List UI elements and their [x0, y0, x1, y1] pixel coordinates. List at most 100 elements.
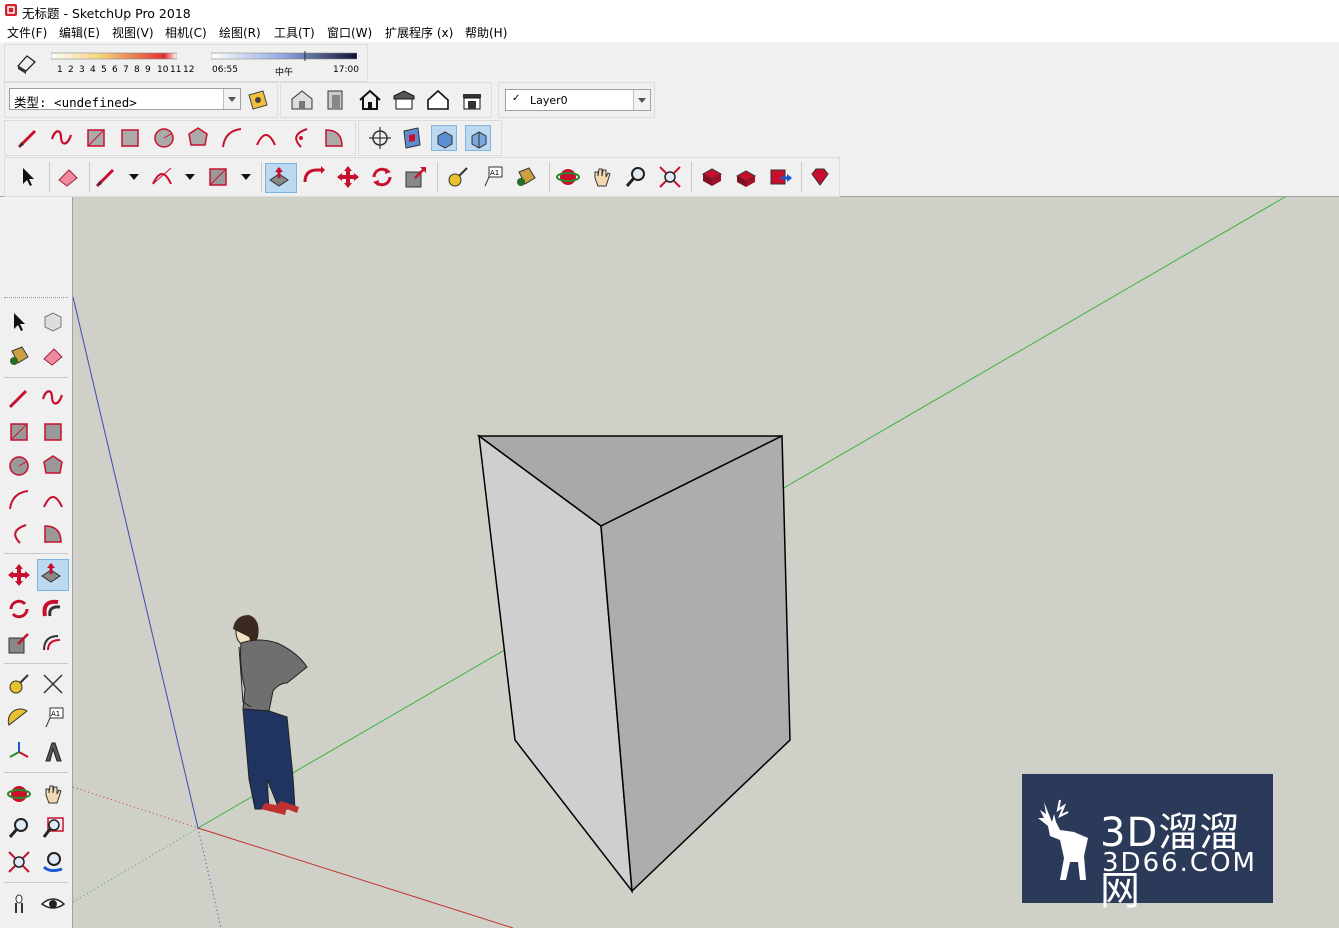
3d-text-icon[interactable]: [40, 739, 66, 765]
share-component-icon[interactable]: [733, 164, 759, 190]
3d-warehouse-icon[interactable]: [289, 87, 315, 113]
menu-window[interactable]: 窗口(W): [327, 24, 372, 41]
push-pull-icon[interactable]: [37, 559, 69, 591]
look-around-eye-icon[interactable]: [40, 891, 66, 917]
text-tool-icon[interactable]: A1: [40, 705, 66, 731]
menu-view[interactable]: 视图(V): [112, 24, 154, 41]
follow-me-icon[interactable]: [40, 596, 66, 622]
pencil-line-icon[interactable]: [15, 125, 41, 151]
circle-icon[interactable]: [151, 125, 177, 151]
time-start-label: 06:55: [212, 65, 238, 75]
paint-bucket-icon[interactable]: [513, 164, 539, 190]
time-slider-track[interactable]: [211, 51, 357, 61]
select-arrow-icon[interactable]: [15, 164, 41, 190]
rotated-rectangle-icon[interactable]: [117, 125, 143, 151]
rotate-icon[interactable]: [369, 164, 395, 190]
offset-icon[interactable]: [40, 630, 66, 656]
extension-warehouse-ruby-icon[interactable]: [807, 164, 833, 190]
iso-view-icon[interactable]: [357, 87, 383, 113]
blue-axis-hidden: [197, 827, 222, 928]
move-icon[interactable]: [6, 562, 32, 588]
text-tool-icon[interactable]: A1: [479, 164, 505, 190]
menu-extensions[interactable]: 扩展程序 (x): [385, 24, 453, 41]
polygon-icon[interactable]: [40, 453, 66, 479]
dynamic-component-attributes-icon[interactable]: [245, 87, 271, 113]
pan-hand-icon[interactable]: [589, 164, 615, 190]
select-arrow-icon[interactable]: [6, 309, 32, 335]
svg-text:A1: A1: [490, 169, 499, 177]
arc-icon[interactable]: [149, 164, 175, 190]
pan-hand-icon[interactable]: [40, 781, 66, 807]
two-point-arc-icon[interactable]: [253, 125, 279, 151]
pencil-line-icon[interactable]: [93, 164, 119, 190]
menu-help[interactable]: 帮助(H): [465, 24, 507, 41]
tape-measure-icon[interactable]: [6, 671, 32, 697]
freehand-icon[interactable]: [49, 125, 75, 151]
eraser-icon[interactable]: [40, 343, 66, 369]
position-camera-icon[interactable]: [367, 125, 393, 151]
zoom-extents-icon[interactable]: [6, 849, 32, 875]
move-icon[interactable]: [335, 164, 361, 190]
chevron-down-icon[interactable]: [233, 164, 259, 190]
menu-edit[interactable]: 编辑(E): [59, 24, 100, 41]
arc-icon[interactable]: [219, 125, 245, 151]
rotated-rectangle-icon[interactable]: [40, 419, 66, 445]
rectangle-icon[interactable]: [6, 419, 32, 445]
svg-text:A1: A1: [51, 710, 60, 718]
scale-icon[interactable]: [6, 630, 32, 656]
display-section-cuts-icon[interactable]: [465, 125, 491, 151]
dimension-icon[interactable]: [40, 671, 66, 697]
rectangle-icon[interactable]: [83, 125, 109, 151]
circle-icon[interactable]: [6, 453, 32, 479]
zoom-icon[interactable]: [623, 164, 649, 190]
pencil-line-icon[interactable]: [6, 385, 32, 411]
protractor-icon[interactable]: [6, 705, 32, 731]
eraser-icon[interactable]: [55, 164, 81, 190]
orbit-icon[interactable]: [555, 164, 581, 190]
two-point-arc-icon[interactable]: [40, 487, 66, 513]
orbit-icon[interactable]: [6, 781, 32, 807]
previous-view-icon[interactable]: [40, 849, 66, 875]
zoom-extents-icon[interactable]: [657, 164, 683, 190]
three-point-arc-icon[interactable]: [6, 521, 32, 547]
walk-icon[interactable]: [6, 891, 32, 917]
zoom-icon[interactable]: [6, 815, 32, 841]
freehand-icon[interactable]: [40, 385, 66, 411]
shadow-toggle-icon[interactable]: [13, 50, 39, 76]
follow-me-icon[interactable]: [301, 164, 327, 190]
menu-draw[interactable]: 绘图(R): [219, 24, 261, 41]
polygon-icon[interactable]: [185, 125, 211, 151]
scale-figure[interactable]: [233, 615, 308, 815]
scale-icon[interactable]: [403, 164, 429, 190]
chevron-down-icon[interactable]: [121, 164, 147, 190]
display-section-planes-icon[interactable]: [431, 125, 457, 151]
top-view-icon[interactable]: [391, 87, 417, 113]
menu-tools[interactable]: 工具(T): [274, 24, 315, 41]
tape-measure-icon[interactable]: [445, 164, 471, 190]
push-pull-icon[interactable]: [265, 163, 297, 193]
rectangle-icon[interactable]: [205, 164, 231, 190]
paint-bucket-icon[interactable]: [6, 343, 32, 369]
share-model-icon[interactable]: [767, 164, 793, 190]
pie-icon[interactable]: [321, 125, 347, 151]
type-selector-dropdown[interactable]: 类型: <undefined>: [9, 88, 241, 110]
zoom-window-icon[interactable]: [40, 815, 66, 841]
camera-toolbar: [358, 120, 502, 156]
front-view-icon[interactable]: [425, 87, 451, 113]
triangular-prism[interactable]: [476, 434, 791, 894]
three-point-arc-icon[interactable]: [287, 125, 313, 151]
back-view-icon[interactable]: [459, 87, 485, 113]
chevron-down-icon[interactable]: [177, 164, 203, 190]
rotate-icon[interactable]: [6, 596, 32, 622]
menu-camera[interactable]: 相机(C): [165, 24, 207, 41]
month-slider-track[interactable]: [51, 51, 177, 61]
make-component-icon[interactable]: [40, 309, 66, 335]
extension-warehouse-icon[interactable]: [323, 87, 349, 113]
layer-dropdown[interactable]: ✓ Layer0: [505, 89, 651, 111]
3d-warehouse-get-models-icon[interactable]: [699, 164, 725, 190]
pie-icon[interactable]: [40, 521, 66, 547]
menu-file[interactable]: 文件(F): [7, 24, 47, 41]
section-plane-icon[interactable]: [399, 125, 425, 151]
axes-icon[interactable]: [6, 739, 32, 765]
arc-icon[interactable]: [6, 487, 32, 513]
